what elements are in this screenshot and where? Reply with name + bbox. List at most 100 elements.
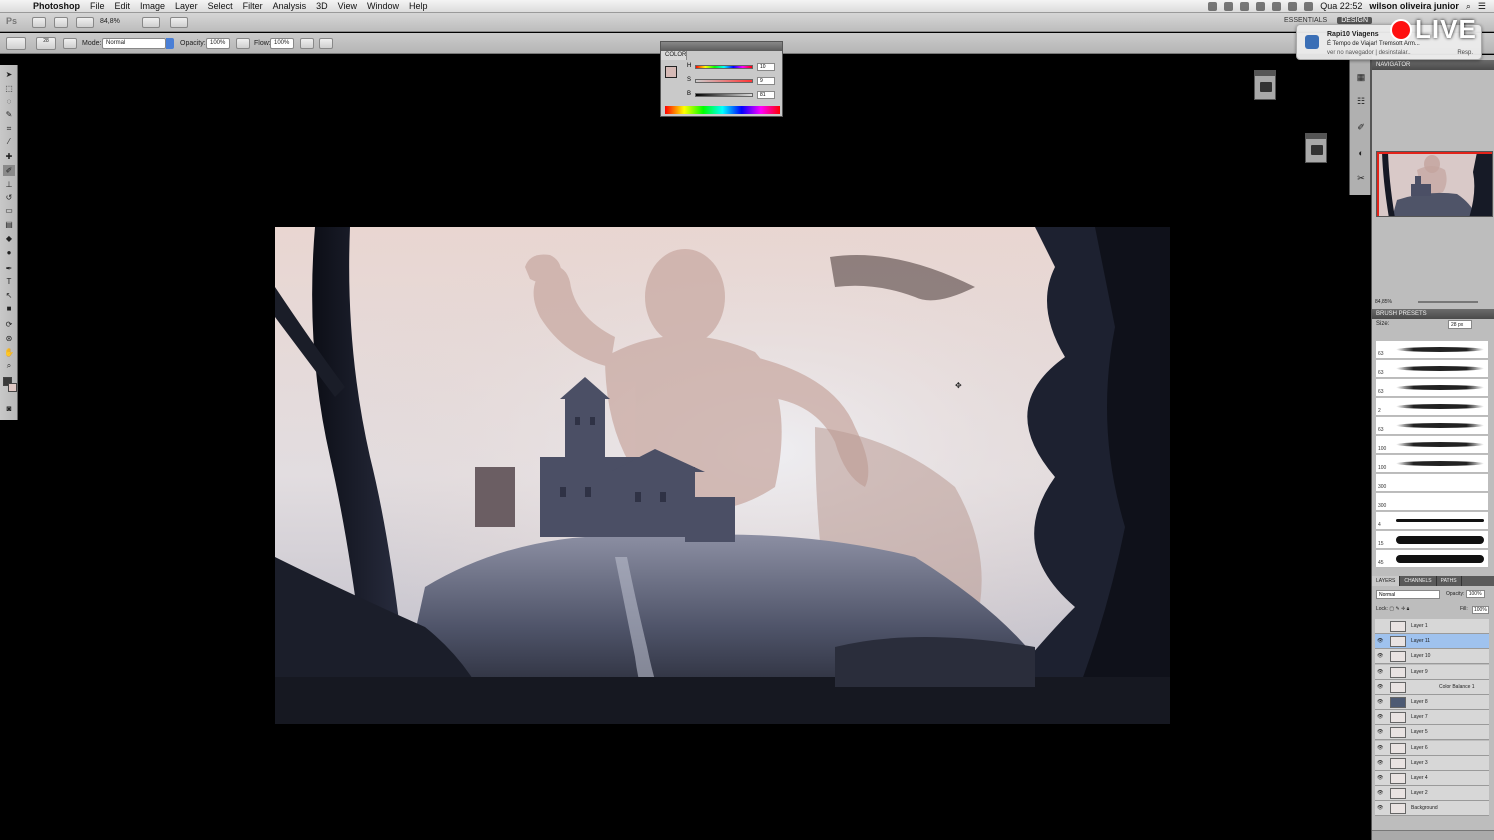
layer-row[interactable]: 👁︎ Background [1375,801,1489,817]
menu-analysis[interactable]: Analysis [268,0,312,12]
brightness-slider[interactable]: B 81 [687,91,775,100]
quick-mask-icon[interactable]: ◙ [3,403,15,414]
menu-edit[interactable]: Edit [110,0,136,12]
layer-visibility-eye-icon[interactable]: 👁︎ [1377,699,1384,705]
saturation-slider[interactable]: S 9 [687,77,775,86]
color-panel-header[interactable] [661,42,782,51]
dodge-tool-icon[interactable]: ● [3,247,15,258]
brush-presets-header[interactable]: BRUSH PRESETS [1372,309,1494,319]
blend-mode-select[interactable]: Normal [1376,590,1440,599]
navigator-thumbnail[interactable] [1376,151,1493,217]
zoom-level-select[interactable]: 84,8% [100,17,132,28]
floating-panel-1-header[interactable] [1255,71,1275,76]
pressure-opacity-icon[interactable] [236,38,250,49]
clock[interactable]: Qua 22:52 [1320,1,1362,11]
background-color-swatch[interactable] [8,383,17,392]
clone-stamp-tool-icon[interactable]: ⊥ [3,179,15,190]
notification-center-icon[interactable]: ☰ [1478,1,1486,12]
layer-visibility-eye-icon[interactable]: 👁︎ [1377,669,1384,675]
brush-tool-icon[interactable]: ✐ [3,165,15,176]
menu-3d[interactable]: 3D [311,0,333,12]
history-panel-icon[interactable]: ☷ [1355,95,1367,107]
spotlight-icon[interactable]: ⌕ [1466,1,1471,12]
brush-preset-item[interactable]: 63 [1376,360,1488,378]
lock-all-icon[interactable]: 🔒︎ [1407,606,1410,612]
info-panel-icon[interactable]: ▦ [1355,71,1367,83]
healing-brush-tool-icon[interactable]: ✚ [3,151,15,162]
brush-preset-item[interactable]: 2 [1376,398,1488,416]
eyedropper-tool-icon[interactable]: ⁄ [3,136,15,147]
layer-row[interactable]: 👁︎ Layer 9 [1375,664,1489,680]
layer-visibility-eye-icon[interactable]: 👁︎ [1377,760,1384,766]
3d-rotate-tool-icon[interactable]: ⟳ [3,319,15,330]
arrange-documents-icon[interactable] [142,17,160,28]
layer-visibility-eye-icon[interactable]: 👁︎ [1377,684,1384,690]
crop-tool-icon[interactable]: ⌗ [3,123,15,134]
menu-file[interactable]: File [85,0,110,12]
brush-preset-item[interactable]: 63 [1376,341,1488,359]
eraser-tool-icon[interactable]: ▭ [3,205,15,216]
brush-preset-item[interactable]: 300 [1376,493,1488,511]
brush-panel-toggle-icon[interactable] [63,38,77,49]
menu-help[interactable]: Help [404,0,433,12]
tool-presets-panel-icon[interactable]: ✂ [1355,172,1367,184]
tab-paths[interactable]: PATHS [1437,576,1462,586]
layer-visibility-eye-icon[interactable]: 👁︎ [1377,653,1384,659]
mode-select[interactable]: Normal [102,38,166,49]
color-spectrum-ramp[interactable] [665,106,780,114]
bridge-icon[interactable] [32,17,46,28]
lock-position-icon[interactable]: ✛ [1401,606,1405,612]
brush-panel-icon[interactable]: ✐ [1355,121,1367,133]
brush-preset-item[interactable]: 63 [1376,417,1488,435]
layer-row[interactable]: 👁︎ Layer 10 [1375,649,1489,665]
zoom-tool-icon[interactable]: ⌕ [3,360,15,371]
mode-select-arrow-icon[interactable] [166,38,174,49]
battery-icon[interactable] [1304,1,1314,11]
color-panel-tab[interactable]: COLOR [661,51,687,60]
lock-transparent-icon[interactable]: ▢ [1389,606,1394,612]
view-extras-icon[interactable] [76,17,94,28]
menu-image[interactable]: Image [135,0,170,12]
adobe-icon[interactable] [1208,1,1218,11]
navigator-zoom-value[interactable]: 84,85% [1375,299,1392,305]
layer-row[interactable]: 👁︎ Layer 5 [1375,725,1489,741]
layer-visibility-eye-icon[interactable]: 👁︎ [1377,805,1384,811]
airbrush-icon[interactable] [300,38,314,49]
saturation-value[interactable]: 9 [757,77,775,85]
menu-select[interactable]: Select [203,0,238,12]
path-selection-tool-icon[interactable]: ↖ [3,290,15,301]
pressure-size-icon[interactable] [319,38,333,49]
move-tool-icon[interactable]: ➤ [3,69,15,80]
layer-visibility-eye-icon[interactable]: 👁︎ [1377,745,1384,751]
color-swatch[interactable] [665,66,677,78]
layer-row[interactable]: 👁︎ Layer 11 [1375,634,1489,650]
volume-icon[interactable] [1288,1,1298,11]
user-name[interactable]: wilson oliveira junior [1369,1,1459,11]
histogram-icon[interactable] [1260,82,1272,92]
bluetooth-icon[interactable] [1240,1,1250,11]
hue-value[interactable]: 10 [757,63,775,71]
layer-opacity-value[interactable]: 100% [1465,590,1485,598]
navigator-zoom-slider[interactable] [1418,301,1478,303]
layer-visibility-eye-icon[interactable]: 👁︎ [1377,790,1384,796]
brush-size-field[interactable]: 28 px [1448,320,1472,329]
screen-mode-icon[interactable] [170,17,188,28]
brush-preset-item[interactable]: 15 [1376,531,1488,549]
pen-tool-icon[interactable]: ✒ [3,263,15,274]
layer-visibility-eye-icon[interactable]: 👁︎ [1377,729,1384,735]
brush-preset-item[interactable]: 300 [1376,474,1488,492]
opacity-field[interactable]: 100% [206,38,230,49]
layer-row[interactable]: 👁︎ Layer 4 [1375,771,1489,786]
quick-select-tool-icon[interactable]: ✎ [3,109,15,120]
hand-tool-icon[interactable]: ✋ [3,347,15,358]
navigator-panel-header[interactable]: NAVIGATOR [1372,60,1494,70]
brush-preset-item[interactable]: 63 [1376,379,1488,397]
menu-filter[interactable]: Filter [238,0,268,12]
layer-visibility-eye-icon[interactable]: 👁︎ [1377,638,1384,644]
minibridge-icon[interactable] [54,17,68,28]
menu-layer[interactable]: Layer [170,0,203,12]
wifi-icon[interactable] [1272,1,1282,11]
type-tool-icon[interactable]: T [3,276,15,287]
sync-icon[interactable] [1224,1,1234,11]
navigator-view-box[interactable] [1377,152,1492,216]
